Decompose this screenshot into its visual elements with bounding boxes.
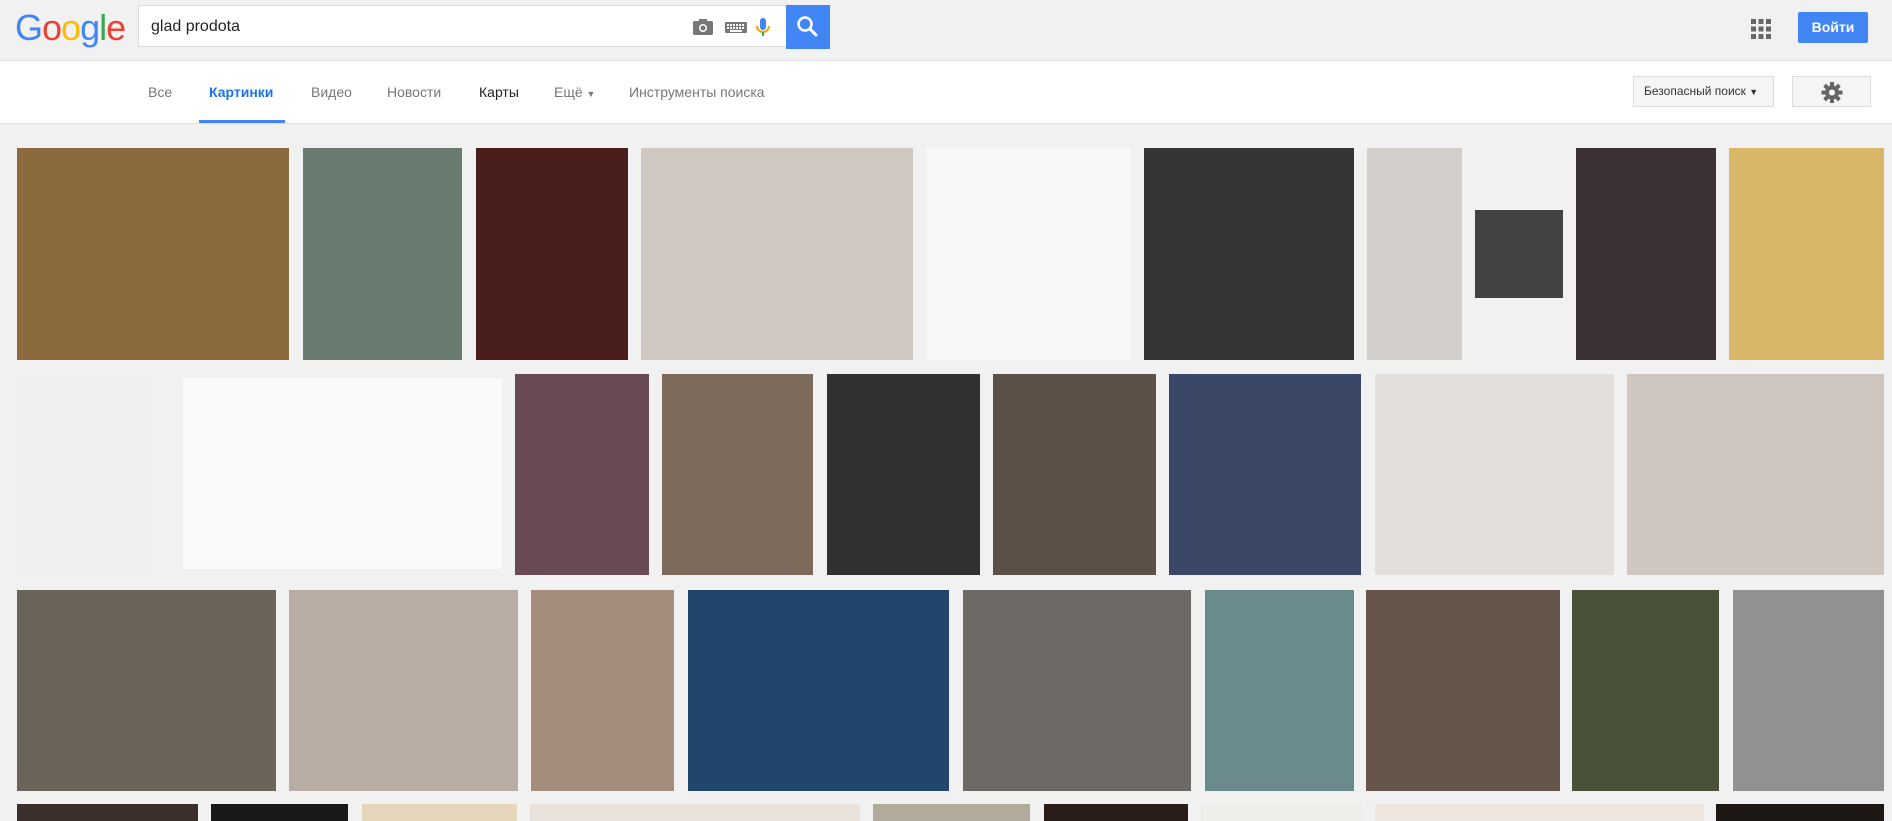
image-result[interactable]	[1576, 148, 1716, 360]
image-result[interactable]	[926, 148, 1131, 360]
tab-images[interactable]: Картинки	[209, 84, 273, 100]
gear-icon	[1821, 82, 1843, 103]
image-result[interactable]	[1375, 374, 1614, 575]
image-result[interactable]	[476, 148, 628, 360]
signin-button[interactable]: Войти	[1798, 12, 1868, 43]
image-result[interactable]	[17, 804, 198, 821]
image-result[interactable]	[531, 590, 674, 791]
image-result[interactable]	[1366, 590, 1560, 791]
search-input[interactable]	[149, 6, 673, 48]
image-result[interactable]	[303, 148, 462, 360]
image-result[interactable]	[17, 590, 276, 791]
image-result[interactable]	[827, 374, 980, 575]
tab-all[interactable]: Все	[148, 84, 172, 100]
search-icon	[797, 16, 818, 37]
search-tools-button[interactable]: Инструменты поиска	[629, 84, 765, 100]
image-result[interactable]	[1367, 148, 1462, 360]
settings-button[interactable]	[1792, 76, 1871, 107]
image-result[interactable]	[17, 148, 289, 360]
image-result[interactable]	[530, 804, 860, 821]
image-result[interactable]	[1375, 804, 1704, 821]
image-result[interactable]	[17, 374, 152, 575]
image-result[interactable]	[211, 804, 348, 821]
top-bar: Google glad prodota Войти	[0, 0, 1892, 61]
camera-icon[interactable]	[691, 17, 715, 37]
image-result[interactable]	[1169, 374, 1361, 575]
safe-search-label: Безопасный поиск	[1644, 84, 1746, 98]
image-result[interactable]	[1572, 590, 1719, 791]
image-result[interactable]	[1205, 590, 1354, 791]
image-result[interactable]	[289, 590, 518, 791]
keyboard-icon[interactable]	[724, 17, 748, 37]
chevron-down-icon: ▼	[1749, 87, 1759, 97]
tab-more[interactable]: Ещё ▼	[554, 84, 595, 100]
active-tab-indicator	[199, 120, 285, 123]
image-result[interactable]	[362, 804, 517, 821]
image-result[interactable]	[963, 590, 1191, 791]
image-result[interactable]	[1716, 804, 1884, 821]
image-result[interactable]	[688, 590, 949, 791]
search-button[interactable]	[786, 5, 830, 49]
image-result[interactable]	[183, 378, 502, 569]
image-result[interactable]	[993, 374, 1156, 575]
tab-news[interactable]: Новости	[387, 84, 441, 100]
image-result[interactable]	[1044, 804, 1188, 821]
image-result[interactable]	[873, 804, 1030, 821]
tab-video[interactable]: Видео	[311, 84, 352, 100]
image-result[interactable]	[1733, 590, 1884, 791]
google-logo[interactable]: Google	[15, 8, 126, 48]
image-result[interactable]	[662, 374, 813, 575]
nav-bar: Все Картинки Видео Новости Карты Ещё ▼ И…	[0, 61, 1892, 124]
image-result[interactable]	[1144, 148, 1354, 360]
image-result[interactable]	[1729, 148, 1884, 360]
image-result[interactable]	[1475, 210, 1563, 298]
chevron-down-icon: ▼	[586, 89, 596, 99]
image-result[interactable]	[641, 148, 913, 360]
image-result[interactable]	[1627, 374, 1884, 575]
image-result[interactable]	[515, 374, 649, 575]
apps-icon[interactable]	[1750, 18, 1772, 40]
microphone-icon[interactable]	[751, 17, 775, 37]
search-box	[138, 5, 786, 48]
tab-maps[interactable]: Карты	[479, 84, 519, 100]
safe-search-dropdown[interactable]: Безопасный поиск ▼	[1633, 76, 1774, 107]
tab-more-label: Ещё	[554, 84, 583, 100]
image-result[interactable]	[1201, 804, 1362, 821]
